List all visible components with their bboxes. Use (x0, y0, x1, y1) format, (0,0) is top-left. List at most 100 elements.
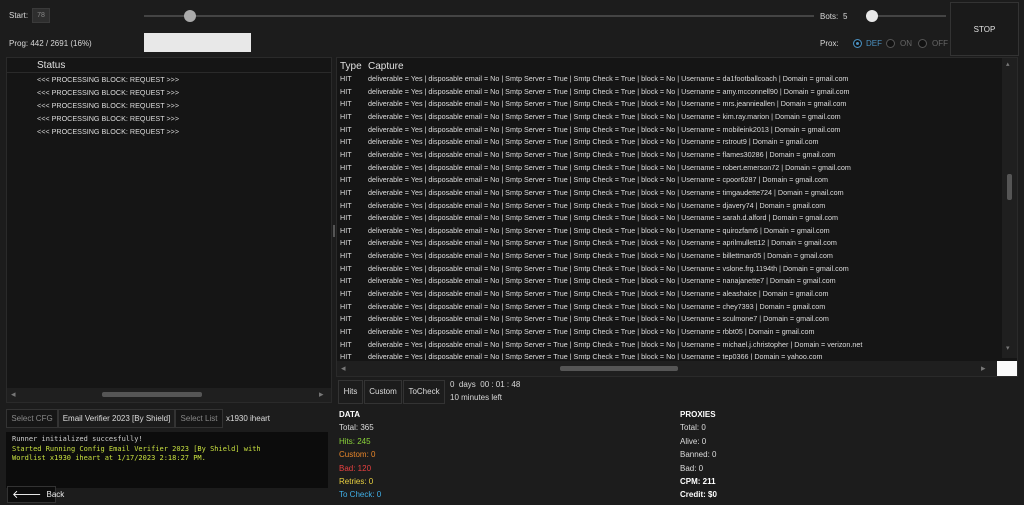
capture-row[interactable]: HIT deliverable = Yes | disposable email … (337, 211, 1002, 224)
capture-row[interactable]: HIT deliverable = Yes | disposable email … (337, 236, 1002, 249)
data-stats: DATA Total: 365 Hits: 245 Custom: 0 Bad:… (339, 408, 539, 502)
capture-text: deliverable = Yes | disposable email = N… (368, 263, 849, 273)
data-title: DATA (339, 410, 361, 419)
capture-row[interactable]: HIT deliverable = Yes | disposable email … (337, 274, 1002, 287)
start-slider-track[interactable] (144, 15, 814, 17)
bots-slider-track[interactable] (866, 15, 946, 17)
capture-type: HIT (340, 251, 352, 261)
capture-text: deliverable = Yes | disposable email = N… (368, 251, 833, 261)
proxies-bad: Bad: 0 (680, 463, 704, 473)
capture-text: deliverable = Yes | disposable email = N… (368, 225, 830, 235)
tab-tocheck[interactable]: ToCheck (403, 380, 445, 404)
capture-text: deliverable = Yes | disposable email = N… (368, 86, 850, 96)
select-cfg-button[interactable]: Select CFG (6, 409, 58, 428)
data-total: Total: 365 (339, 423, 374, 433)
progress-bar (144, 33, 252, 52)
prox-off-label: OFF (932, 39, 948, 48)
capture-type: HIT (340, 301, 352, 311)
capture-vscroll-thumb[interactable] (1007, 174, 1012, 200)
capture-text: deliverable = Yes | disposable email = N… (368, 301, 826, 311)
capture-row[interactable]: HIT deliverable = Yes | disposable email … (337, 123, 1002, 136)
type-column-header: Type (340, 61, 362, 72)
proxies-title: PROXIES (680, 410, 716, 419)
capture-text: deliverable = Yes | disposable email = N… (368, 137, 819, 147)
back-arrow-icon: 🡐 (12, 488, 42, 501)
progress-label: Prog: 442 / 2691 (16%) (9, 39, 92, 48)
capture-row[interactable]: HIT deliverable = Yes | disposable email … (337, 97, 1002, 110)
cfg-name: Email Verifier 2023 [By Shield] (58, 409, 175, 428)
capture-hscrollbar[interactable]: ◂ ▸ (337, 361, 1017, 376)
status-hscroll-thumb[interactable] (102, 392, 202, 397)
prox-def-radio[interactable] (853, 39, 862, 48)
capture-row[interactable]: HIT deliverable = Yes | disposable email … (337, 224, 1002, 237)
scroll-left-icon[interactable]: ◂ (341, 363, 346, 374)
capture-row[interactable]: HIT deliverable = Yes | disposable email … (337, 173, 1002, 186)
scroll-left-icon[interactable]: ◂ (11, 389, 16, 400)
splitter-handle[interactable] (333, 225, 335, 237)
status-row: <<< PROCESSING BLOCK: REQUEST >>> (37, 88, 180, 97)
prox-off-radio[interactable] (918, 39, 927, 48)
capture-row[interactable]: HIT deliverable = Yes | disposable email … (337, 199, 1002, 212)
capture-row[interactable]: HIT deliverable = Yes | disposable email … (337, 338, 1002, 351)
scroll-right-icon[interactable]: ▸ (319, 389, 324, 400)
start-label: Start: (9, 11, 29, 20)
capture-column-header: Capture (368, 61, 404, 72)
capture-row[interactable]: HIT deliverable = Yes | disposable email … (337, 186, 1002, 199)
capture-type: HIT (340, 99, 352, 109)
capture-row[interactable]: HIT deliverable = Yes | disposable email … (337, 325, 1002, 338)
tab-hits[interactable]: Hits (338, 380, 363, 404)
scroll-down-icon[interactable]: ▾ (1006, 344, 1010, 352)
capture-type: HIT (340, 200, 352, 210)
capture-text: deliverable = Yes | disposable email = N… (368, 149, 836, 159)
select-list-button[interactable]: Select List (175, 409, 223, 428)
data-hits: Hits: 245 (339, 436, 371, 446)
prox-on-label: ON (900, 39, 912, 48)
capture-row[interactable]: HIT deliverable = Yes | disposable email … (337, 72, 1002, 85)
capture-row[interactable]: HIT deliverable = Yes | disposable email … (337, 110, 1002, 123)
scroll-up-icon[interactable]: ▴ (1006, 60, 1010, 68)
capture-row[interactable]: HIT deliverable = Yes | disposable email … (337, 350, 1002, 360)
capture-type: HIT (340, 339, 352, 349)
proxies-cpm: CPM: 211 (680, 477, 716, 487)
capture-row[interactable]: HIT deliverable = Yes | disposable email … (337, 85, 1002, 98)
capture-hscroll-thumb[interactable] (560, 366, 678, 371)
capture-row[interactable]: HIT deliverable = Yes | disposable email … (337, 287, 1002, 300)
data-retries: Retries: 0 (339, 477, 374, 487)
bots-value: 5 (843, 12, 848, 21)
back-button[interactable]: 🡐 Back (7, 486, 64, 503)
prox-on-radio[interactable] (886, 39, 895, 48)
capture-vscrollbar[interactable]: ▴ ▾ (1002, 58, 1017, 358)
remaining-time: 10 minutes left (450, 393, 503, 402)
capture-row[interactable]: HIT deliverable = Yes | disposable email … (337, 161, 1002, 174)
capture-row[interactable]: HIT deliverable = Yes | disposable email … (337, 312, 1002, 325)
capture-text: deliverable = Yes | disposable email = N… (368, 339, 863, 349)
status-list: <<< PROCESSING BLOCK: REQUEST >>> <<< PR… (37, 73, 327, 143)
capture-text: deliverable = Yes | disposable email = N… (368, 352, 823, 360)
capture-row[interactable]: HIT deliverable = Yes | disposable email … (337, 262, 1002, 275)
start-slider-thumb[interactable] (184, 10, 197, 22)
capture-row[interactable]: HIT deliverable = Yes | disposable email … (337, 249, 1002, 262)
status-row: <<< PROCESSING BLOCK: REQUEST >>> (37, 127, 180, 136)
capture-text: deliverable = Yes | disposable email = N… (368, 74, 849, 83)
console-line: Runner initialized succesfully! (12, 435, 143, 443)
capture-row[interactable]: HIT deliverable = Yes | disposable email … (337, 135, 1002, 148)
capture-text: deliverable = Yes | disposable email = N… (368, 276, 836, 286)
capture-text: deliverable = Yes | disposable email = N… (368, 187, 844, 197)
stop-button[interactable]: STOP (950, 2, 1019, 56)
capture-type: HIT (340, 162, 352, 172)
capture-row[interactable]: HIT deliverable = Yes | disposable email … (337, 148, 1002, 161)
status-panel: Status <<< PROCESSING BLOCK: REQUEST >>>… (6, 57, 332, 403)
scroll-corner (997, 361, 1017, 376)
start-input[interactable]: 78 (32, 8, 50, 23)
status-hscrollbar[interactable]: ◂ ▸ (7, 388, 331, 402)
capture-row[interactable]: HIT deliverable = Yes | disposable email … (337, 300, 1002, 313)
console-line: Wordlist x1930 iheart at 1/17/2023 2:18:… (12, 454, 206, 462)
prox-label: Prox: (820, 39, 839, 48)
capture-type: HIT (340, 149, 352, 159)
scroll-right-icon[interactable]: ▸ (981, 363, 986, 374)
list-name: x1930 iheart (226, 414, 271, 423)
bots-slider-thumb[interactable] (866, 10, 878, 22)
proxies-alive: Alive: 0 (680, 436, 707, 446)
tab-custom[interactable]: Custom (364, 380, 402, 404)
proxies-banned: Banned: 0 (680, 450, 717, 460)
